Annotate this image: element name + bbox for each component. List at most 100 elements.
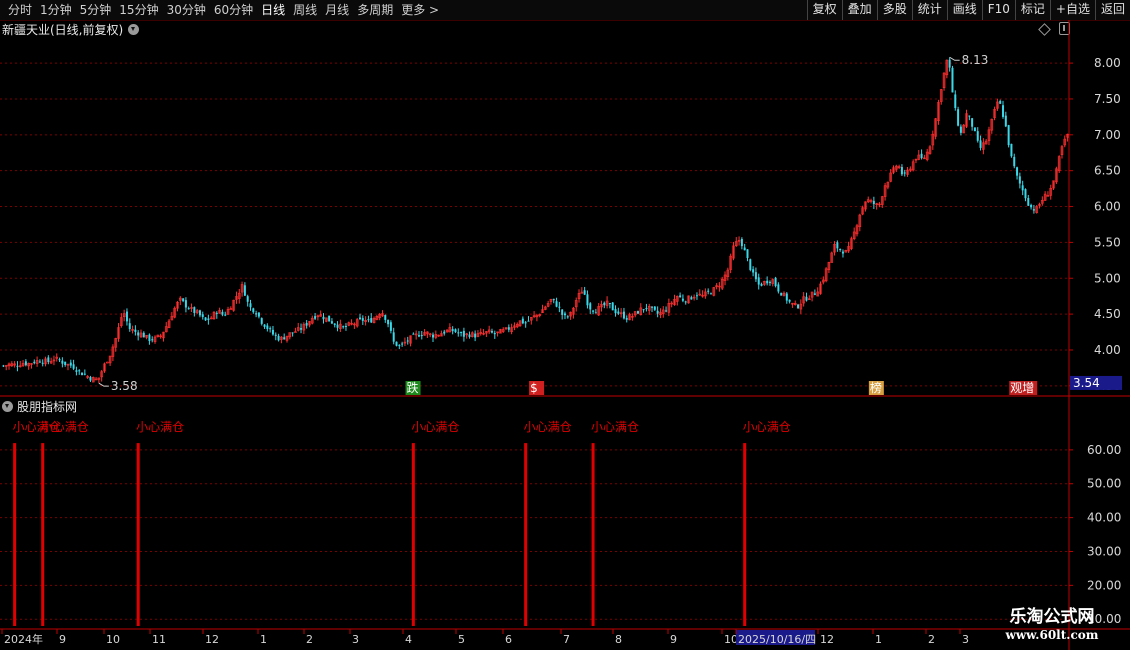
candle-body xyxy=(291,332,294,334)
price-tick-label: 4.50 xyxy=(1094,307,1121,321)
time-tick-label: 3 xyxy=(352,633,359,646)
candle-body xyxy=(690,297,693,300)
candle-body xyxy=(69,362,72,366)
candle-body xyxy=(182,298,185,302)
candle-body xyxy=(24,361,27,366)
candle-body xyxy=(420,335,423,337)
signal-bar xyxy=(591,443,595,626)
candle-body xyxy=(743,247,746,251)
candle-body xyxy=(328,315,331,322)
candle-body xyxy=(384,315,387,320)
time-tick-label: 9 xyxy=(59,633,66,646)
candle-body xyxy=(370,318,373,323)
candle-body xyxy=(207,318,210,321)
candle-body xyxy=(224,314,227,316)
candle-body xyxy=(707,290,710,292)
candle-body xyxy=(474,333,477,338)
candle-body xyxy=(201,314,204,317)
candle-body xyxy=(263,324,266,327)
candle-body xyxy=(1004,115,1007,127)
candle-body xyxy=(979,140,982,148)
candle-body xyxy=(184,300,187,308)
candle-body xyxy=(417,335,420,337)
candle-body xyxy=(971,118,974,127)
candle-body xyxy=(709,293,712,295)
candle-body xyxy=(198,310,201,316)
time-tick-label: 2 xyxy=(928,633,935,646)
signal-bar xyxy=(524,443,528,626)
candle-body xyxy=(333,323,336,325)
candle-body xyxy=(401,343,404,345)
candle-body xyxy=(603,302,606,306)
candle-body xyxy=(398,345,401,347)
price-tick-label: 4.00 xyxy=(1094,343,1121,357)
candle-body xyxy=(611,302,614,311)
candle-body xyxy=(805,296,808,301)
candle-body xyxy=(999,100,1002,104)
candle-body xyxy=(361,318,364,321)
candle-body xyxy=(260,318,263,324)
candle-body xyxy=(617,311,620,314)
candle-body xyxy=(204,317,207,321)
time-tick-label: 7 xyxy=(563,633,570,646)
candle-body xyxy=(527,320,530,322)
time-tick-label: 2024年 xyxy=(4,632,43,646)
event-marker-label: $ xyxy=(530,381,538,395)
candle-body xyxy=(752,269,755,273)
candle-body xyxy=(75,370,78,372)
candle-body xyxy=(768,281,771,283)
candle-body xyxy=(760,283,763,286)
candle-body xyxy=(342,326,345,328)
candle-body xyxy=(395,341,398,346)
candle-body xyxy=(592,310,595,312)
signal-label: 小心满仓 xyxy=(591,420,639,434)
candle-body xyxy=(243,285,246,296)
signal-bar xyxy=(411,443,415,626)
high-marker-arrow xyxy=(949,56,960,61)
candle-body xyxy=(1032,209,1035,211)
candle-body xyxy=(215,312,218,314)
candle-body xyxy=(948,59,951,68)
candle-body xyxy=(344,326,347,328)
time-tick-label: 12 xyxy=(820,633,834,646)
candle-body xyxy=(193,307,196,313)
candle-body xyxy=(959,126,962,133)
signal-label: 小心满仓 xyxy=(41,420,89,434)
candle-body xyxy=(566,316,569,318)
time-tick-label: 11 xyxy=(152,633,166,646)
candle-body xyxy=(524,322,527,324)
candle-body xyxy=(432,334,435,338)
time-tick-label: 1 xyxy=(875,633,882,646)
candle-body xyxy=(695,295,698,297)
candle-body xyxy=(920,153,923,159)
candle-body xyxy=(314,316,317,319)
candle-body xyxy=(563,313,566,316)
candle-body xyxy=(490,330,493,333)
candle-body xyxy=(594,312,597,314)
candle-body xyxy=(336,324,339,328)
candle-body xyxy=(1018,176,1021,184)
signal-label: 小心满仓 xyxy=(524,420,572,434)
high-price-label: 8.13 xyxy=(962,53,989,67)
candle-body xyxy=(322,316,325,320)
candle-body xyxy=(269,328,272,330)
candle-body xyxy=(305,322,308,326)
candle-body xyxy=(586,294,589,306)
signal-label: 小心满仓 xyxy=(136,420,184,434)
candle-body xyxy=(406,340,409,342)
price-tick-label: 5.50 xyxy=(1094,235,1121,249)
candle-body xyxy=(622,311,625,319)
candle-body xyxy=(271,329,274,335)
candle-body xyxy=(608,303,611,305)
candle-body xyxy=(780,292,783,296)
candle-body xyxy=(1021,185,1024,191)
candle-body xyxy=(2,365,5,367)
candle-body xyxy=(246,296,249,302)
time-tick-label: 4 xyxy=(405,633,412,646)
price-tick-label: 7.00 xyxy=(1094,128,1121,142)
stock-chart[interactable]: 8.007.507.006.506.005.505.004.504.003.50… xyxy=(0,0,1130,650)
candle-body xyxy=(460,332,463,334)
candle-body xyxy=(389,322,392,331)
indicator-tick-label: 50.00 xyxy=(1087,477,1121,491)
candle-body xyxy=(443,331,446,334)
